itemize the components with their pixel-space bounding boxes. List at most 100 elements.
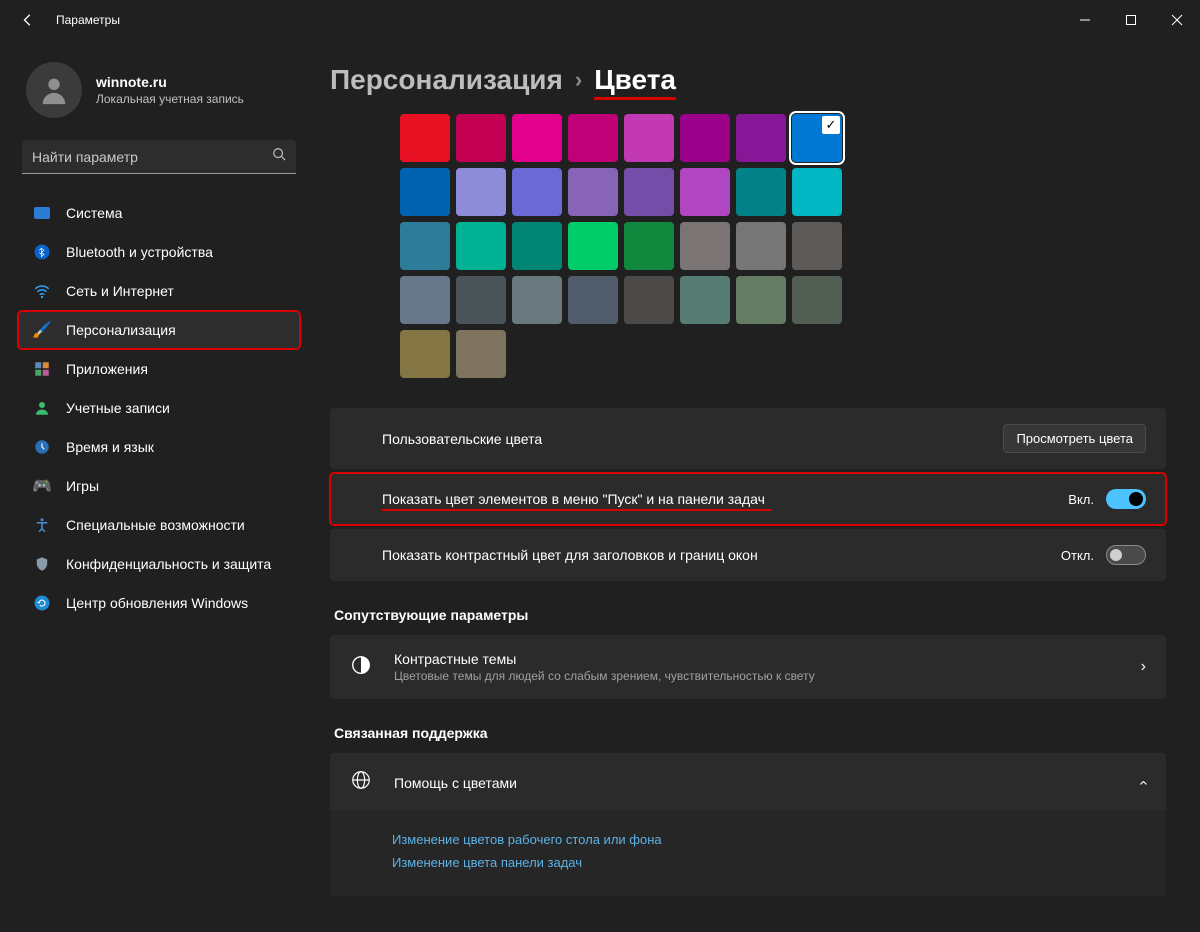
search-box[interactable]: [22, 140, 296, 174]
color-swatch[interactable]: [680, 222, 730, 270]
chevron-right-icon: ›: [1141, 658, 1146, 676]
color-swatch[interactable]: [456, 222, 506, 270]
back-button[interactable]: [20, 12, 36, 28]
nav-item-6[interactable]: Время и язык: [18, 428, 300, 466]
color-swatch[interactable]: [568, 222, 618, 270]
color-swatch[interactable]: [624, 222, 674, 270]
toggle-state-label: Вкл.: [1068, 492, 1094, 507]
titlebar: Параметры: [0, 0, 1200, 40]
view-colors-button[interactable]: Просмотреть цвета: [1003, 424, 1146, 453]
contrast-themes-card[interactable]: Контрастные темы Цветовые темы для людей…: [330, 635, 1166, 699]
help-links: Изменение цветов рабочего стола или фона…: [330, 810, 1166, 896]
nav-item-4[interactable]: Приложения: [18, 350, 300, 388]
color-swatch[interactable]: [400, 222, 450, 270]
breadcrumb-parent[interactable]: Персонализация: [330, 64, 563, 96]
nav-icon: [32, 281, 52, 301]
nav-item-7[interactable]: 🎮Игры: [18, 467, 300, 505]
title-border-color-row: Показать контрастный цвет для заголовков…: [330, 529, 1166, 581]
color-swatch[interactable]: [792, 276, 842, 324]
nav-item-10[interactable]: Центр обновления Windows: [18, 584, 300, 622]
account-block[interactable]: winnote.ru Локальная учетная запись: [12, 50, 306, 140]
nav-label: Bluetooth и устройства: [66, 244, 213, 260]
nav-label: Персонализация: [66, 322, 176, 338]
color-swatch[interactable]: [456, 114, 506, 162]
nav-label: Специальные возможности: [66, 517, 245, 533]
color-swatch[interactable]: [512, 168, 562, 216]
color-swatch[interactable]: [512, 114, 562, 162]
account-type: Локальная учетная запись: [96, 92, 244, 106]
contrast-subtitle: Цветовые темы для людей со слабым зрение…: [394, 669, 815, 683]
close-button[interactable]: [1154, 0, 1200, 40]
start-taskbar-color-row: Показать цвет элементов в меню "Пуск" и …: [330, 473, 1166, 525]
nav-icon: [32, 515, 52, 535]
nav-label: Система: [66, 205, 122, 221]
nav-item-5[interactable]: Учетные записи: [18, 389, 300, 427]
color-swatch[interactable]: [792, 168, 842, 216]
color-swatch[interactable]: [624, 276, 674, 324]
nav-icon: [32, 593, 52, 613]
contrast-title: Контрастные темы: [394, 651, 815, 667]
nav-icon: 🎮: [32, 476, 52, 496]
nav-icon: 🖌️: [32, 320, 52, 340]
color-swatch[interactable]: [568, 168, 618, 216]
color-swatch[interactable]: [512, 222, 562, 270]
related-heading: Сопутствующие параметры: [334, 607, 1166, 623]
color-swatch[interactable]: [792, 114, 842, 162]
color-swatch[interactable]: [456, 168, 506, 216]
support-heading: Связанная поддержка: [334, 725, 1166, 741]
contrast-icon: [350, 654, 374, 681]
title-border-toggle[interactable]: [1106, 545, 1146, 565]
color-swatch[interactable]: [736, 222, 786, 270]
color-swatch[interactable]: [400, 114, 450, 162]
color-swatch[interactable]: [680, 276, 730, 324]
color-swatch[interactable]: [680, 114, 730, 162]
color-swatch[interactable]: [792, 222, 842, 270]
maximize-button[interactable]: [1108, 0, 1154, 40]
nav-item-2[interactable]: Сеть и Интернет: [18, 272, 300, 310]
chevron-up-icon: ›: [1134, 780, 1152, 785]
color-swatch[interactable]: [736, 114, 786, 162]
color-swatch[interactable]: [624, 168, 674, 216]
nav-item-9[interactable]: Конфиденциальность и защита: [18, 545, 300, 583]
title-border-color-label: Показать контрастный цвет для заголовков…: [382, 547, 1061, 563]
color-swatch[interactable]: [680, 168, 730, 216]
color-swatch[interactable]: [456, 276, 506, 324]
nav-label: Время и язык: [66, 439, 154, 455]
color-swatch[interactable]: [568, 114, 618, 162]
nav-icon: [32, 359, 52, 379]
color-swatch[interactable]: [400, 330, 450, 378]
window-title: Параметры: [56, 13, 120, 27]
custom-colors-row: Пользовательские цвета Просмотреть цвета: [330, 408, 1166, 469]
nav-item-1[interactable]: Bluetooth и устройства: [18, 233, 300, 271]
color-swatch[interactable]: [400, 168, 450, 216]
color-swatch[interactable]: [624, 114, 674, 162]
start-taskbar-toggle[interactable]: [1106, 489, 1146, 509]
nav-icon: [32, 554, 52, 574]
help-colors-card[interactable]: Помощь с цветами ›: [330, 753, 1166, 812]
globe-icon: [350, 769, 374, 796]
nav-icon: [32, 437, 52, 457]
avatar-icon: [26, 62, 82, 118]
color-swatch[interactable]: [568, 276, 618, 324]
nav-item-0[interactable]: Система: [18, 194, 300, 232]
help-link[interactable]: Изменение цвета панели задач: [392, 855, 1146, 870]
color-swatch[interactable]: [736, 168, 786, 216]
nav-label: Учетные записи: [66, 400, 170, 416]
nav-item-8[interactable]: Специальные возможности: [18, 506, 300, 544]
help-link[interactable]: Изменение цветов рабочего стола или фона: [392, 832, 1146, 847]
nav-item-3[interactable]: 🖌️ Персонализация: [18, 311, 300, 349]
color-swatch[interactable]: [400, 276, 450, 324]
nav-icon: [32, 203, 52, 223]
minimize-button[interactable]: [1062, 0, 1108, 40]
sidebar: winnote.ru Локальная учетная запись Сист…: [0, 40, 310, 932]
search-input[interactable]: [32, 149, 272, 165]
account-name: winnote.ru: [96, 74, 244, 90]
color-swatch[interactable]: [456, 330, 506, 378]
chevron-right-icon: ›: [575, 67, 582, 93]
content-area: Персонализация › Цвета Пользовательские …: [310, 40, 1200, 932]
color-swatch[interactable]: [736, 276, 786, 324]
breadcrumb: Персонализация › Цвета: [330, 64, 1166, 96]
nav-icon: [32, 242, 52, 262]
search-icon: [272, 147, 286, 166]
color-swatch[interactable]: [512, 276, 562, 324]
